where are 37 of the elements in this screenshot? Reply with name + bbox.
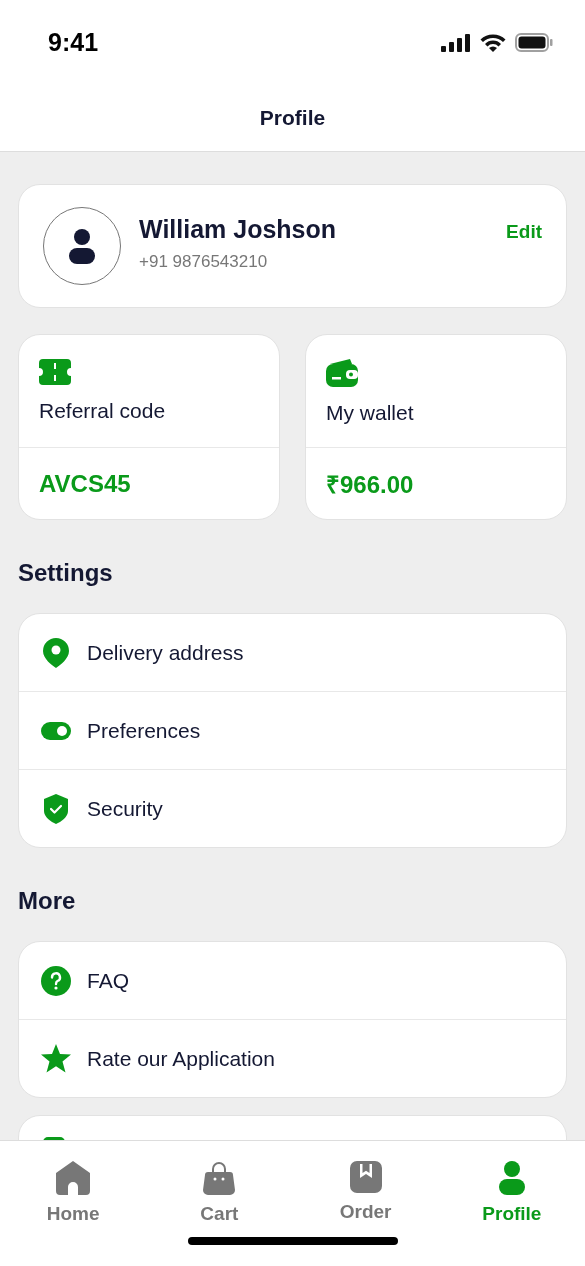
person-icon [497, 1161, 526, 1195]
bookmark-box-icon [349, 1161, 382, 1193]
phone-number: +91 9876543210 [139, 251, 269, 272]
wallet-icon [326, 359, 358, 387]
location-pin-icon [43, 637, 69, 668]
question-icon [41, 965, 71, 996]
card-label: Referral code [39, 399, 166, 423]
page-title: Profile [259, 106, 326, 130]
star-icon [41, 1044, 71, 1073]
signal-icon [441, 33, 471, 52]
info-card[interactable]: Referral code AVCS45 [18, 334, 280, 520]
edit-link[interactable]: Edit [506, 221, 542, 243]
tab[interactable]: Cart [146, 1161, 293, 1225]
tab[interactable]: Home [0, 1161, 147, 1225]
menu-item[interactable]: Rate our Application [19, 1019, 566, 1097]
home-icon [56, 1161, 91, 1195]
tab[interactable]: Order [292, 1161, 439, 1225]
menu-item[interactable]: Preferences [19, 691, 566, 769]
battery-icon [515, 33, 553, 52]
card-value: ₹966.00 [326, 470, 414, 500]
tab[interactable]: Profile [438, 1161, 585, 1225]
card-value: AVCS45 [39, 469, 131, 498]
shield-icon [44, 793, 68, 824]
wifi-icon [480, 33, 506, 52]
toggle-icon [41, 721, 71, 740]
card-label: My wallet [326, 401, 414, 425]
menu-item[interactable]: Delivery address [19, 614, 566, 691]
menu-item[interactable]: Security [19, 769, 566, 847]
ticket-icon [39, 359, 71, 385]
section-heading: Settings [18, 558, 114, 588]
status-time: 9:41 [48, 28, 99, 57]
user-name: William Joshson [139, 214, 338, 244]
person-icon [68, 228, 96, 264]
menu-item[interactable]: FAQ [19, 942, 566, 1019]
bag-icon [203, 1161, 236, 1195]
info-card[interactable]: My wallet ₹966.00 [305, 334, 567, 520]
section-heading: More [18, 886, 77, 916]
